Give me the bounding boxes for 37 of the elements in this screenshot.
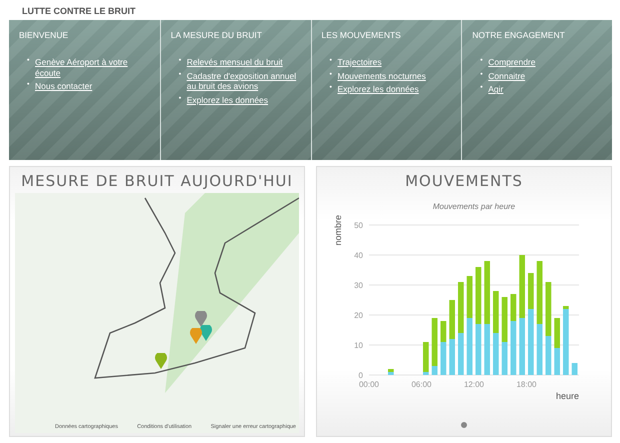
- nav-link[interactable]: Cadastre d'exposition annuel au bruit des avions: [186, 70, 302, 92]
- column-heading: BIENVENUE: [19, 30, 70, 40]
- x-tick-label: 18:00: [516, 380, 537, 389]
- card-title: MESURE DE BRUIT AUJOURD'HUI: [21, 171, 293, 192]
- x-tick-label: 00:00: [358, 380, 380, 389]
- y-tick-label: 40: [354, 251, 363, 260]
- pager-dot[interactable]: [461, 422, 467, 428]
- map-marker-icon[interactable]: [155, 353, 167, 369]
- column-heading: NOTRE ENGAGEMENT: [472, 30, 566, 40]
- bar: [572, 363, 578, 375]
- chart-title: Mouvements par heure: [432, 202, 516, 211]
- y-tick-label: 30: [354, 281, 363, 290]
- nav-link[interactable]: Explorez les données: [186, 94, 268, 106]
- x-tick-label: 06:00: [411, 380, 432, 389]
- map-marker-icon[interactable]: [190, 328, 202, 344]
- nav-link[interactable]: Trajectoires: [338, 57, 382, 68]
- column-heading: LES MOUVEMENTS: [322, 30, 402, 40]
- nav-link[interactable]: Connaitre: [488, 70, 526, 82]
- nav-link[interactable]: Nous contacter: [35, 81, 92, 92]
- map-marker-icon[interactable]: [200, 325, 212, 341]
- y-tick-label: 0: [358, 371, 363, 380]
- y-tick-label: 10: [354, 341, 363, 350]
- map-marker-icon[interactable]: [195, 311, 207, 327]
- x-tick-label: 12:00: [464, 380, 484, 389]
- y-tick-label: 20: [354, 311, 363, 320]
- card-title: MOUVEMENTS: [405, 171, 523, 192]
- x-axis-label: heure: [556, 391, 579, 401]
- nav-link[interactable]: Mouvements nocturnes: [338, 70, 426, 82]
- y-tick-label: 50: [354, 221, 363, 230]
- nav-link[interactable]: Relevés mensuel du bruit: [186, 57, 283, 68]
- nav-link[interactable]: Agir: [488, 84, 504, 95]
- nav-link[interactable]: Comprendre: [488, 57, 536, 68]
- y-axis-label: nombre: [333, 215, 343, 246]
- nav-link[interactable]: Explorez les données: [338, 84, 419, 95]
- nav-link[interactable]: Genève Aéroport à votre écoute: [35, 57, 152, 78]
- section-title: LUTTE CONTRE LE BRUIT: [21, 6, 136, 18]
- column-heading: LA MESURE DU BRUIT: [170, 30, 263, 40]
